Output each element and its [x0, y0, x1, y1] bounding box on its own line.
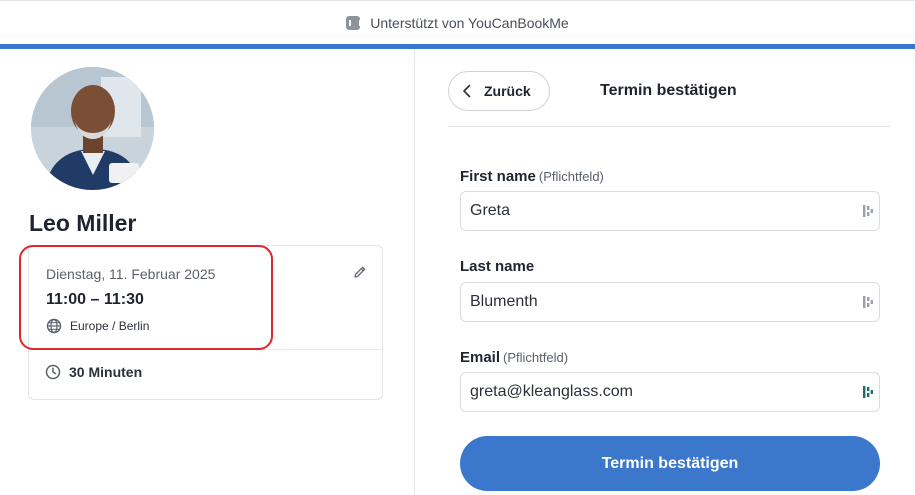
globe-icon — [46, 318, 62, 334]
panel-title: Termin bestätigen — [600, 82, 737, 99]
back-button-label: Zurück — [484, 83, 531, 99]
timezone-label: Europe / Berlin — [70, 319, 150, 333]
youcanbookme-logo-icon — [346, 15, 362, 30]
edit-pencil-icon[interactable] — [352, 264, 368, 280]
autofill-extension-icon[interactable] — [862, 204, 874, 218]
confirm-booking-button[interactable]: Termin bestätigen — [460, 436, 880, 491]
booking-summary-card: Dienstag, 11. Februar 2025 11:00 – 11:30… — [28, 245, 383, 400]
booking-timezone: Europe / Berlin — [46, 318, 149, 334]
first-name-field[interactable]: Greta — [460, 191, 880, 231]
card-divider — [29, 349, 382, 350]
last-name-label: Last name — [460, 258, 535, 275]
powered-by-text: Unterstützt von YouCanBookMe — [370, 14, 569, 31]
booking-duration: 30 Minuten — [45, 364, 142, 380]
required-note: (Pflichtfeld) — [538, 169, 604, 184]
autofill-extension-icon[interactable] — [862, 295, 874, 309]
email-value: greta@kleanglass.com — [470, 383, 633, 400]
host-name: Leo Miller — [29, 210, 137, 236]
duration-label: 30 Minuten — [69, 364, 143, 380]
first-name-label: First name (Pflichtfeld) — [460, 168, 604, 185]
last-name-value: Blumenth — [470, 293, 538, 310]
column-divider — [414, 49, 415, 495]
header-divider — [448, 126, 891, 127]
last-name-field[interactable]: Blumenth — [460, 282, 880, 322]
required-note: (Pflichtfeld) — [503, 350, 569, 365]
accent-bar — [0, 44, 915, 49]
booking-date: Dienstag, 11. Februar 2025 — [46, 266, 216, 282]
avatar — [31, 67, 154, 190]
chevron-left-icon — [463, 84, 471, 98]
powered-by-bar: Unterstützt von YouCanBookMe — [0, 0, 915, 44]
autofill-extension-icon[interactable] — [862, 385, 874, 399]
clock-icon — [45, 364, 61, 380]
email-field[interactable]: greta@kleanglass.com — [460, 372, 880, 412]
back-button[interactable]: Zurück — [448, 71, 550, 111]
email-label: Email (Pflichtfeld) — [460, 349, 569, 366]
confirm-booking-label: Termin bestätigen — [601, 454, 739, 472]
booking-time: 11:00 – 11:30 — [46, 291, 144, 308]
first-name-value: Greta — [470, 202, 511, 219]
